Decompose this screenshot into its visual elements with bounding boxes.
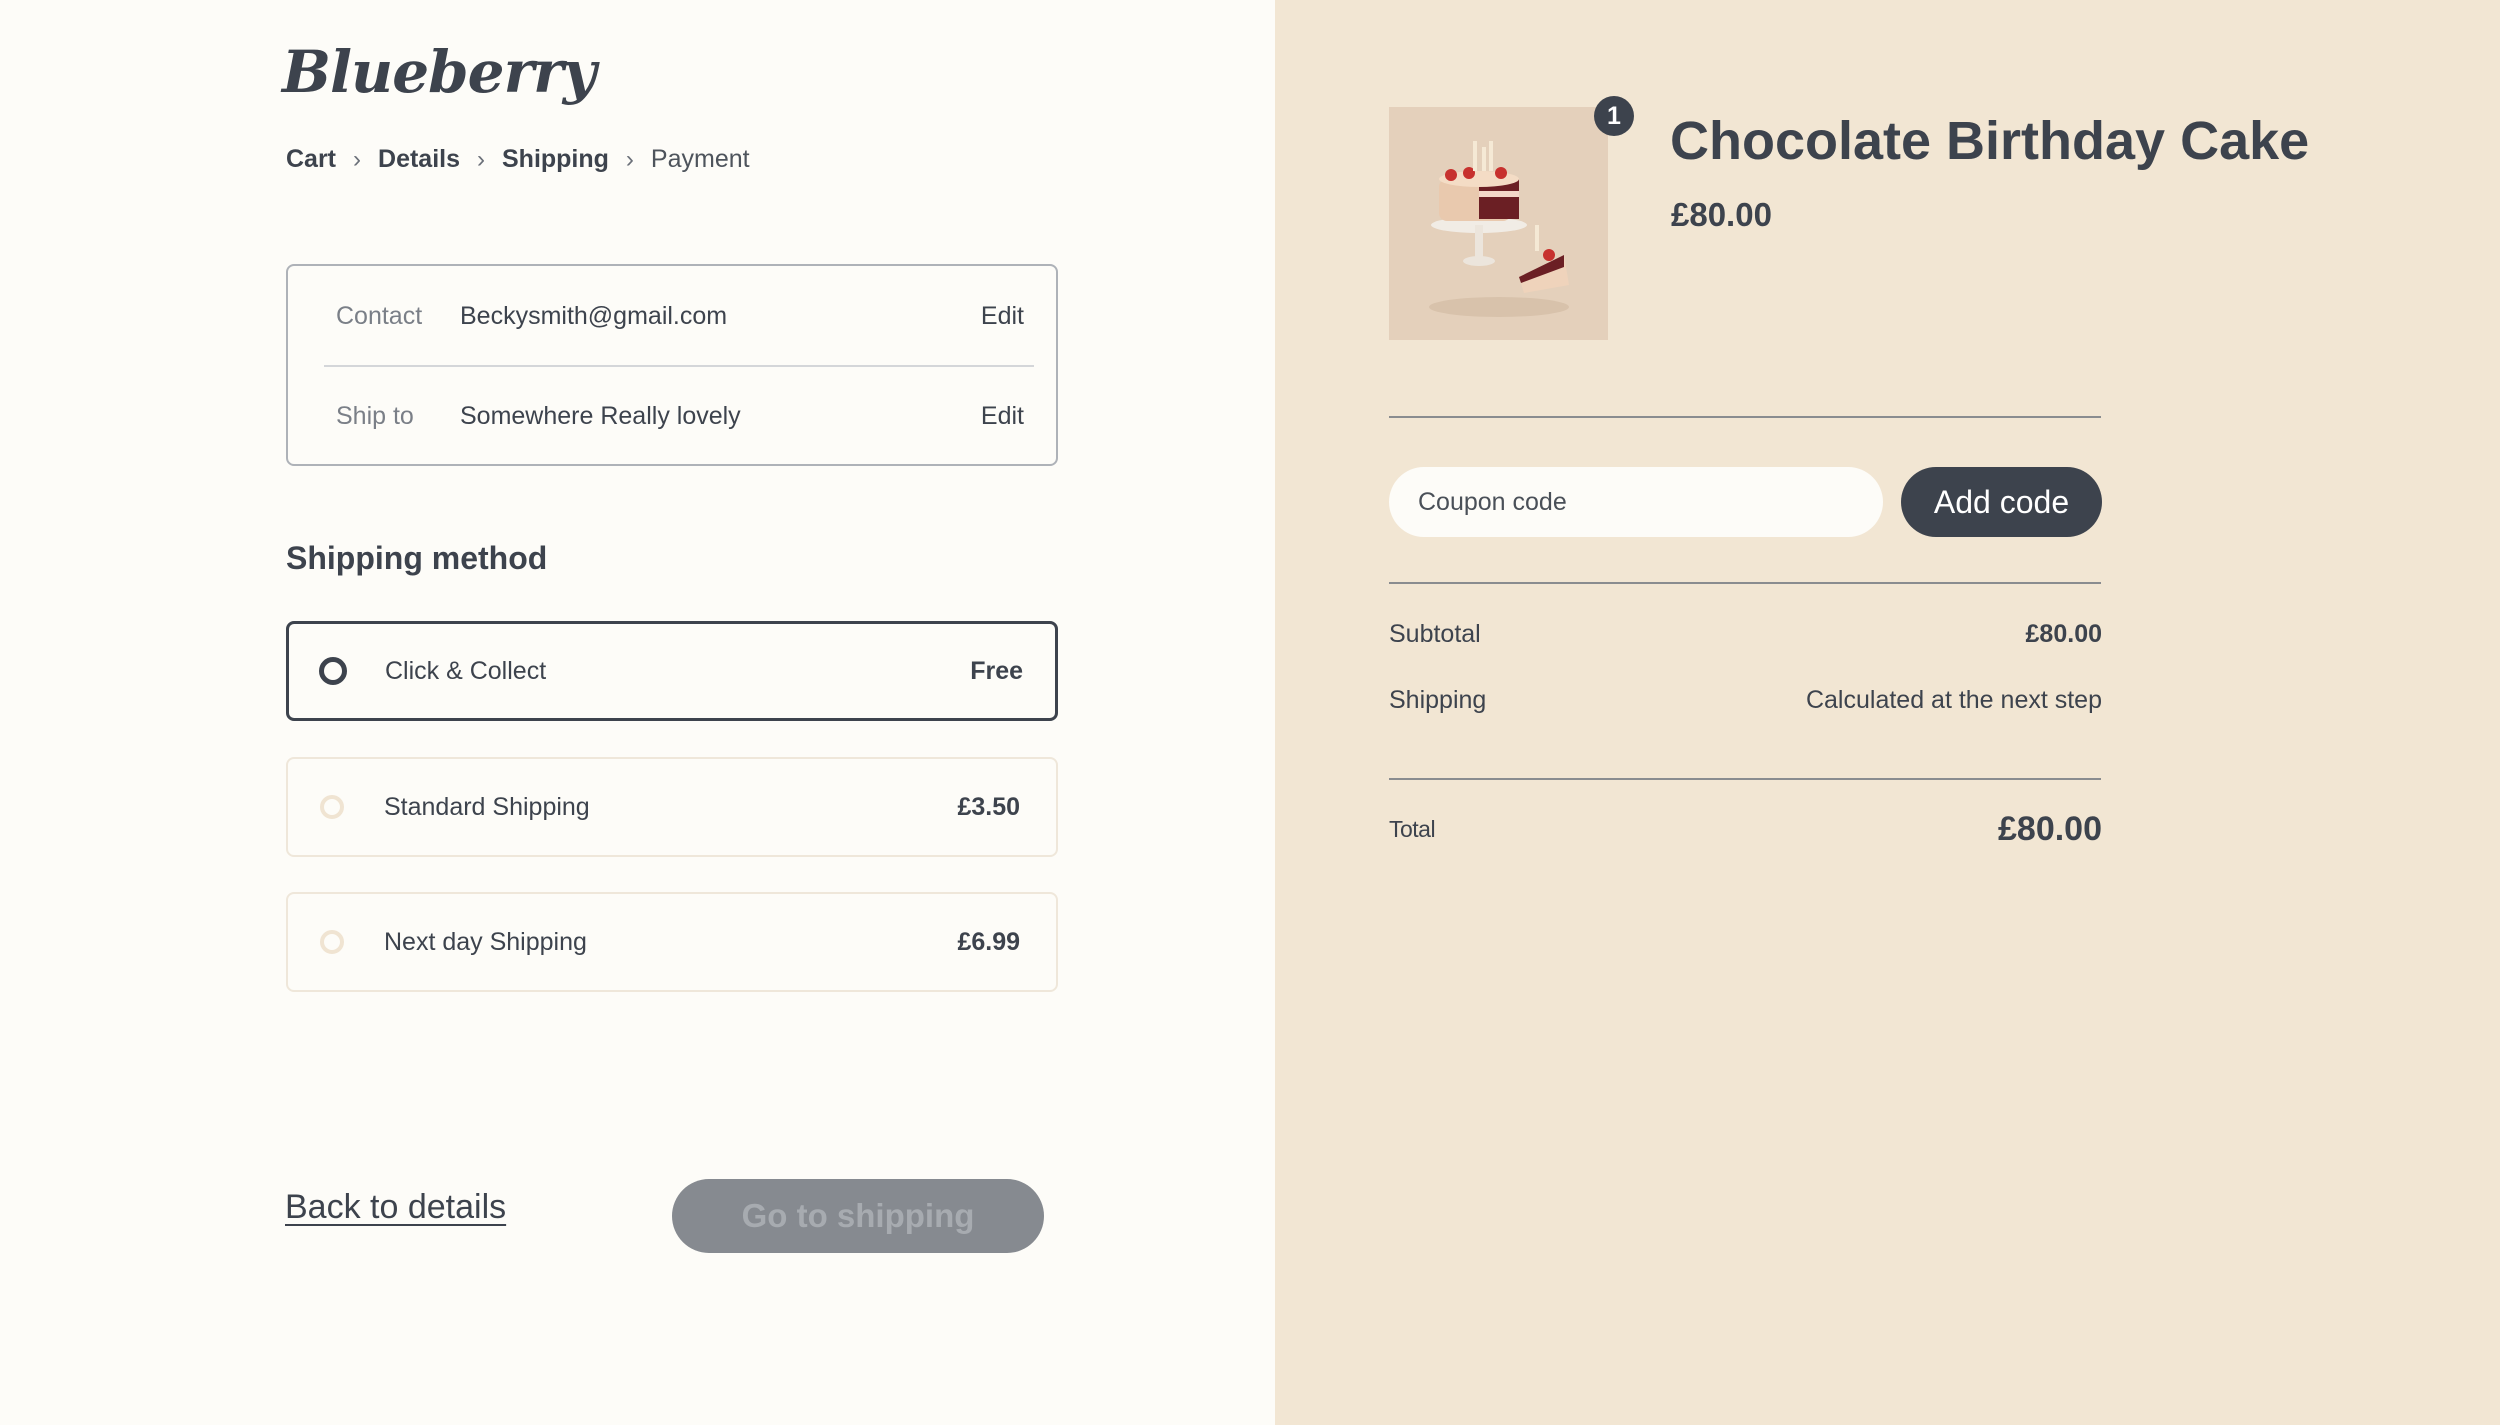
breadcrumb-cart[interactable]: Cart bbox=[286, 145, 336, 174]
brand-logo[interactable]: Blueberry bbox=[282, 38, 596, 106]
edit-contact-link[interactable]: Edit bbox=[981, 302, 1024, 331]
edit-ship-to-link[interactable]: Edit bbox=[981, 402, 1024, 431]
breadcrumb: Cart › Details › Shipping › Payment bbox=[286, 145, 750, 174]
cake-image-icon bbox=[1389, 107, 1608, 340]
product-price: £80.00 bbox=[1671, 196, 1772, 233]
shipping-option-name: Click & Collect bbox=[385, 656, 547, 685]
total-value: £80.00 bbox=[1998, 810, 2102, 848]
ship-to-label: Ship to bbox=[336, 401, 414, 430]
shipping-option-name: Next day Shipping bbox=[384, 927, 587, 956]
total-label: Total bbox=[1389, 816, 1436, 842]
coupon-code-input[interactable] bbox=[1389, 467, 1883, 537]
subtotal-label: Subtotal bbox=[1389, 620, 1481, 648]
product-title: Chocolate Birthday Cake bbox=[1670, 111, 2310, 171]
product-image bbox=[1389, 107, 1608, 340]
chevron-right-icon: › bbox=[625, 145, 634, 173]
quantity-badge: 1 bbox=[1594, 96, 1634, 136]
divider bbox=[1389, 582, 2101, 584]
shipping-value: Calculated at the next step bbox=[1805, 686, 2102, 714]
shipping-option-price: £6.99 bbox=[957, 927, 1020, 956]
subtotal-value: £80.00 bbox=[2025, 620, 2102, 648]
divider bbox=[324, 365, 1034, 367]
contact-row: Contact Beckysmith@gmail.com Edit bbox=[336, 296, 1024, 336]
shipping-option-name: Standard Shipping bbox=[384, 792, 590, 821]
shipping-method-heading: Shipping method bbox=[286, 540, 548, 576]
shipping-row: Shipping Calculated at the next step bbox=[1389, 686, 2102, 715]
shipping-label: Shipping bbox=[1389, 686, 1487, 714]
radio-selected-icon[interactable] bbox=[319, 657, 347, 685]
divider bbox=[1389, 416, 2101, 418]
shipping-option-click-collect[interactable]: Click & Collect Free bbox=[286, 621, 1058, 721]
shipping-option-price: £3.50 bbox=[957, 792, 1020, 821]
total-row: Total £80.00 bbox=[1389, 810, 2102, 849]
radio-unselected-icon[interactable] bbox=[320, 930, 344, 954]
shipping-option-standard[interactable]: Standard Shipping £3.50 bbox=[286, 757, 1058, 857]
order-info-box: Contact Beckysmith@gmail.com Edit Ship t… bbox=[286, 264, 1058, 466]
shipping-option-next-day[interactable]: Next day Shipping £6.99 bbox=[286, 892, 1058, 992]
radio-unselected-icon[interactable] bbox=[320, 795, 344, 819]
checkout-form-panel: Blueberry Cart › Details › Shipping › Pa… bbox=[0, 0, 1275, 1425]
breadcrumb-details[interactable]: Details bbox=[378, 145, 460, 174]
contact-value: Beckysmith@gmail.com bbox=[460, 301, 728, 330]
shipping-option-price: Free bbox=[970, 656, 1023, 685]
divider bbox=[1389, 778, 2101, 780]
contact-label: Contact bbox=[336, 301, 423, 330]
breadcrumb-shipping[interactable]: Shipping bbox=[502, 145, 609, 174]
back-to-details-link[interactable]: Back to details bbox=[285, 1188, 506, 1227]
go-to-shipping-button[interactable]: Go to shipping bbox=[672, 1179, 1044, 1253]
chevron-right-icon: › bbox=[477, 145, 485, 173]
breadcrumb-payment: Payment bbox=[650, 145, 750, 173]
add-code-button[interactable]: Add code bbox=[1901, 467, 2102, 537]
ship-to-value: Somewhere Really lovely bbox=[460, 401, 741, 430]
ship-to-row: Ship to Somewhere Really lovely Edit bbox=[336, 396, 1024, 436]
chevron-right-icon: › bbox=[353, 145, 362, 173]
subtotal-row: Subtotal £80.00 bbox=[1389, 620, 2102, 649]
